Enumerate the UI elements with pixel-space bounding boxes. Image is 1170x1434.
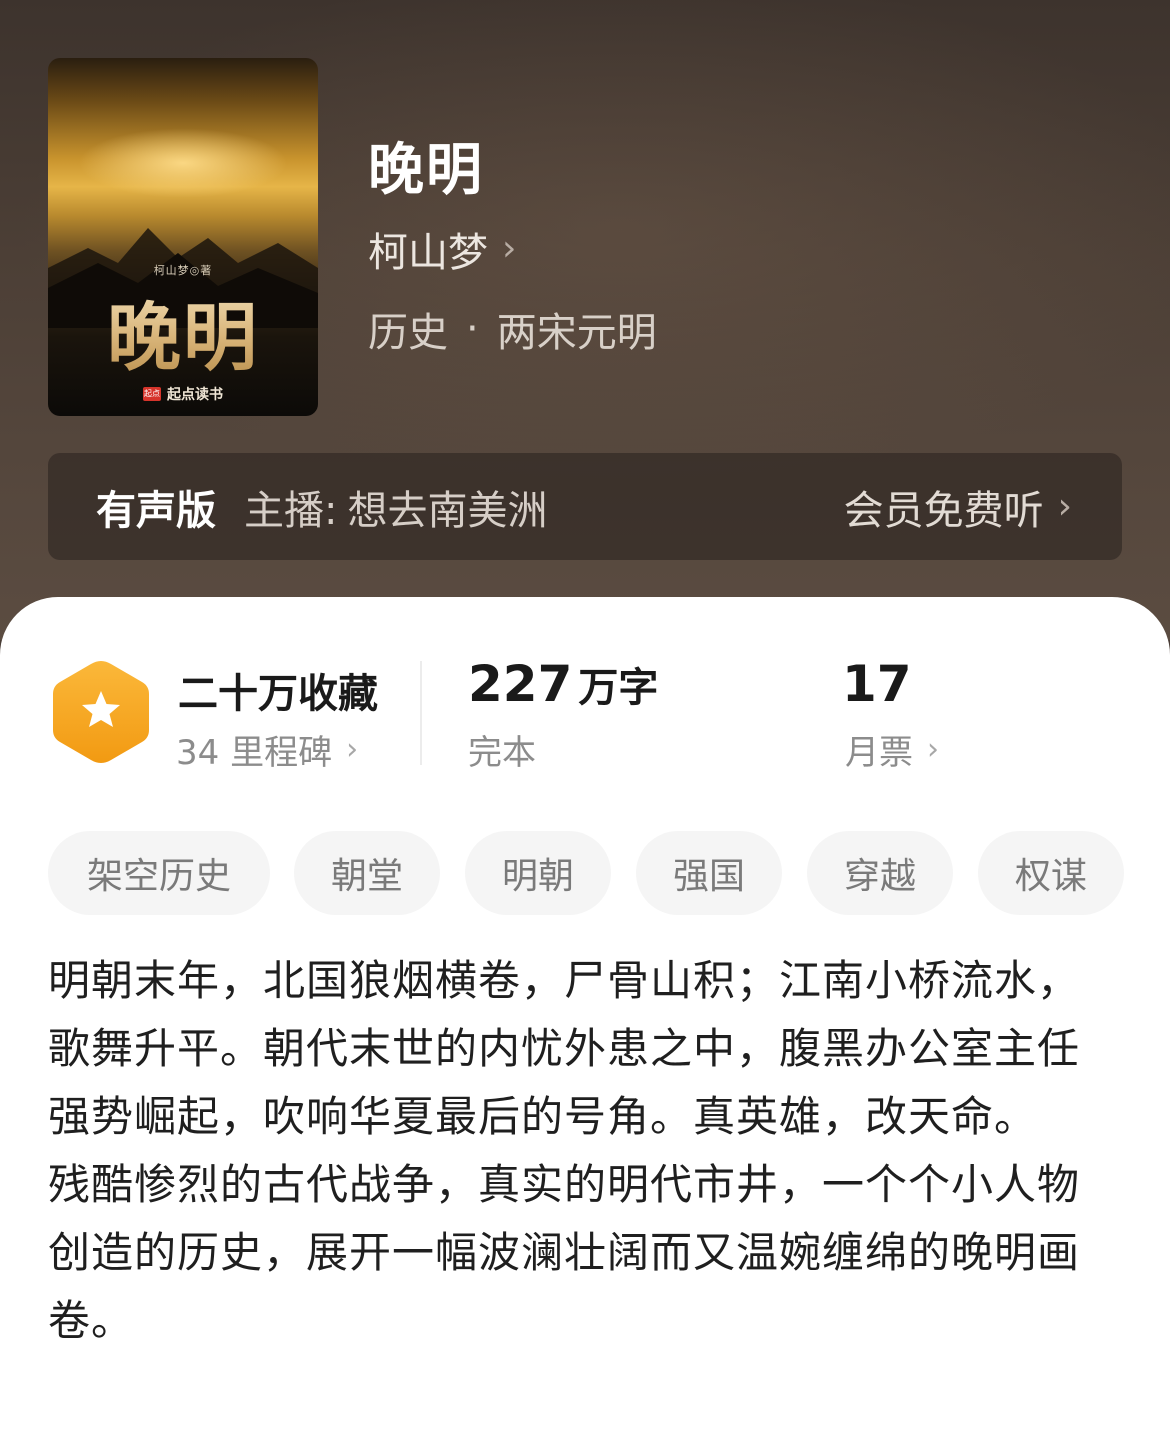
collections-count: 二十万收藏 [178, 671, 378, 717]
tag-chip[interactable]: 强国 [636, 831, 782, 915]
genre-row: 历史 · 两宋元明 [368, 300, 657, 358]
cover-sky-glow [78, 128, 288, 198]
word-count-number: 227 [468, 655, 573, 713]
subcategory[interactable]: 两宋元明 [497, 300, 657, 358]
word-count: 227 万字 [468, 655, 658, 713]
word-count-unit: 万字 [578, 665, 659, 711]
stats-divider [420, 661, 422, 765]
publisher-logo-icon: 起点 [143, 387, 161, 401]
book-cover[interactable]: 柯山梦◎著 晚明 起点 起点读书 [48, 58, 318, 416]
chevron-right-icon: › [1057, 485, 1072, 527]
book-title: 晚明 [368, 138, 484, 203]
author-name: 柯山梦 [368, 230, 488, 276]
description-paragraph: 残酷惨烈的古代战争，真实的明代市井，一个个小人物创造的历史，展开一幅波澜壮阔而又… [48, 1160, 1081, 1345]
monthly-ticket-link[interactable]: 月票 › [845, 725, 939, 774]
tag-chip[interactable]: 穿越 [807, 831, 953, 915]
milestones-link[interactable]: 34 里程碑 › [176, 725, 358, 774]
vip-free-listen-label: 会员免费听 [843, 487, 1044, 534]
completion-status-label: 完本 [468, 733, 536, 773]
genre-separator: · [466, 306, 479, 352]
chevron-right-icon: › [502, 228, 517, 269]
host-name: 想去南美洲 [347, 487, 548, 534]
publisher-name: 起点读书 [167, 387, 223, 403]
book-description: 明朝末年，北国狼烟横卷，尸骨山积；江南小桥流水，歌舞升平。朝代末世的内忧外患之中… [48, 947, 1118, 1355]
book-detail-sheet: 二十万收藏 34 里程碑 › 227 万字 完本 17 月票 › 架空历史 朝堂… [0, 597, 1170, 1434]
star-badge-icon [53, 661, 149, 763]
category[interactable]: 历史 [368, 300, 448, 358]
author-link[interactable]: 柯山梦 › [368, 220, 516, 278]
vip-free-listen-link[interactable]: 会员免费听 › [844, 453, 1072, 560]
cover-author-line: 柯山梦◎著 [153, 264, 213, 277]
tag-chip[interactable]: 朝堂 [294, 831, 440, 915]
tag-chip[interactable]: 明朝 [465, 831, 611, 915]
description-paragraph: 明朝末年，北国狼烟横卷，尸骨山积；江南小桥流水，歌舞升平。朝代末世的内忧外患之中… [48, 956, 1081, 1141]
cover-publisher: 起点 起点读书 [48, 384, 318, 404]
completion-status: 完本 [468, 725, 536, 774]
tag-chip[interactable]: 架空历史 [48, 831, 270, 915]
chevron-right-icon: › [346, 731, 359, 767]
tag-chip[interactable]: 权谋 [978, 831, 1124, 915]
cover-title: 晚明 [48, 278, 318, 385]
audio-edition-banner[interactable]: 有声版 主播: 想去南美洲 会员免费听 › [48, 453, 1122, 560]
milestones-label: 34 里程碑 [176, 733, 333, 773]
monthly-ticket-count: 17 [842, 655, 912, 713]
tag-list: 架空历史 朝堂 明朝 强国 穿越 权谋 [48, 831, 1128, 915]
host-label: 主播: [244, 487, 338, 534]
audio-edition-label: 有声版 [96, 487, 216, 534]
chevron-right-icon: › [927, 731, 939, 767]
monthly-ticket-label: 月票 [845, 733, 913, 773]
